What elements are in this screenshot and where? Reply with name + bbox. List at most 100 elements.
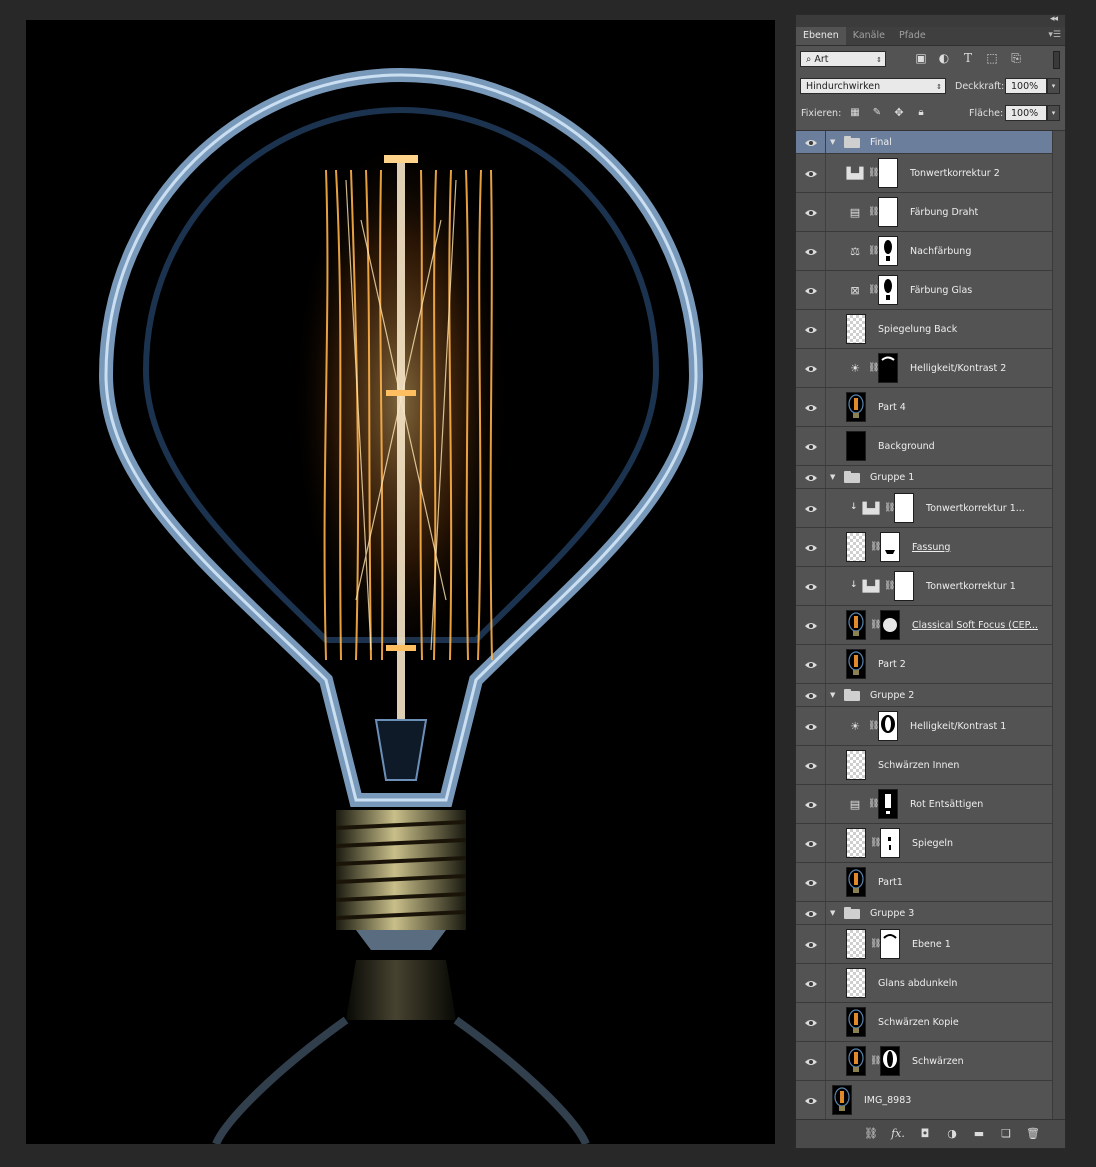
visibility-cell[interactable] <box>796 746 826 784</box>
lock-all-icon[interactable]: 🔒︎ <box>914 106 928 120</box>
layer-row[interactable]: ☀ ⛓ Helligkeit/Kontrast 1 <box>796 707 1052 746</box>
mask-link-icon[interactable]: ⛓ <box>870 619 881 631</box>
layer-name[interactable]: Fassung <box>912 542 950 553</box>
new-layer-icon[interactable]: ❏ <box>999 1127 1013 1141</box>
panel-collapse-bar[interactable]: ◂◂ <box>796 14 1065 27</box>
visibility-cell[interactable] <box>796 349 826 387</box>
layer-row[interactable]: ⛓ Ebene 1 <box>796 925 1052 964</box>
eye-icon[interactable] <box>805 209 817 217</box>
tab-kanaele[interactable]: Kanäle <box>846 27 892 45</box>
channel-mixer-icon[interactable]: ⊠ <box>846 284 864 297</box>
mask-link-icon[interactable]: ⛓ <box>884 580 895 592</box>
layer-name[interactable]: Gruppe 2 <box>870 690 914 701</box>
layer-row[interactable]: Part1 <box>796 863 1052 902</box>
mask-icon[interactable]: ◘ <box>918 1127 932 1141</box>
layer-row[interactable]: ↓ ▙▟ ⛓ Tonwertkorrektur 1 <box>796 567 1052 606</box>
layer-thumbnail[interactable] <box>846 392 866 422</box>
expand-triangle-icon[interactable]: ▼ <box>830 909 835 917</box>
visibility-cell[interactable] <box>796 1003 826 1041</box>
layer-group-row[interactable]: ▼ Gruppe 1 <box>796 466 1052 489</box>
layer-name[interactable]: Final <box>870 137 892 148</box>
layer-mask-thumbnail[interactable] <box>880 828 900 858</box>
layer-name[interactable]: Schwärzen Kopie <box>878 1017 959 1028</box>
layer-mask-thumbnail[interactable] <box>878 275 898 305</box>
gradient-map-icon[interactable]: ▤ <box>846 206 864 219</box>
mask-link-icon[interactable]: ⛓ <box>868 284 879 296</box>
adjustment-icon[interactable]: ◑ <box>945 1127 959 1141</box>
layer-thumbnail[interactable] <box>846 828 866 858</box>
layer-group-row[interactable]: ▼ Gruppe 3 <box>796 902 1052 925</box>
layer-row[interactable]: ⛓ Spiegeln <box>796 824 1052 863</box>
layer-thumbnail[interactable] <box>846 532 866 562</box>
layer-name[interactable]: Gruppe 1 <box>870 472 914 483</box>
expand-triangle-icon[interactable]: ▼ <box>830 138 835 146</box>
mask-link-icon[interactable]: ⛓ <box>870 541 881 553</box>
layer-name[interactable]: Tonwertkorrektur 2 <box>910 168 1000 179</box>
eye-icon[interactable] <box>805 661 817 669</box>
eye-icon[interactable] <box>805 723 817 731</box>
levels-icon[interactable]: ▙▟ <box>862 502 880 515</box>
visibility-cell[interactable] <box>796 310 826 348</box>
filter-pixel-icon[interactable]: ▣ <box>914 51 928 65</box>
visibility-cell[interactable] <box>796 427 826 465</box>
eye-icon[interactable] <box>805 622 817 630</box>
eye-icon[interactable] <box>805 248 817 256</box>
layer-row[interactable]: Glans abdunkeln <box>796 964 1052 1003</box>
layer-row[interactable]: ⊠ ⛓ Färbung Glas <box>796 271 1052 310</box>
mask-link-icon[interactable]: ⛓ <box>884 502 895 514</box>
layer-mask-thumbnail[interactable] <box>878 197 898 227</box>
eye-icon[interactable] <box>805 365 817 373</box>
expand-triangle-icon[interactable]: ▼ <box>830 473 835 481</box>
fill-dropdown-icon[interactable]: ▾ <box>1047 105 1060 121</box>
layer-name[interactable]: IMG_8983 <box>864 1095 911 1106</box>
layer-name[interactable]: Schwärzen Innen <box>878 760 959 771</box>
eye-icon[interactable] <box>805 287 817 295</box>
layer-name[interactable]: Tonwertkorrektur 1 <box>926 581 1016 592</box>
eye-icon[interactable] <box>805 443 817 451</box>
layer-row[interactable]: Schwärzen Innen <box>796 746 1052 785</box>
expand-triangle-icon[interactable]: ▼ <box>830 691 835 699</box>
visibility-cell[interactable] <box>796 964 826 1002</box>
visibility-cell[interactable] <box>796 606 826 644</box>
visibility-cell[interactable] <box>796 785 826 823</box>
layer-name[interactable]: Helligkeit/Kontrast 2 <box>910 363 1006 374</box>
layer-row[interactable]: Spiegelung Back <box>796 310 1052 349</box>
layer-mask-thumbnail[interactable] <box>878 158 898 188</box>
layer-mask-thumbnail[interactable] <box>878 353 898 383</box>
eye-icon[interactable] <box>805 910 817 918</box>
filter-adjustment-icon[interactable]: ◐ <box>937 51 951 65</box>
link-icon[interactable]: ⛓ <box>864 1127 878 1141</box>
layer-row[interactable]: ☀ ⛓ Helligkeit/Kontrast 2 <box>796 349 1052 388</box>
layer-name[interactable]: Spiegeln <box>912 838 953 849</box>
tab-pfade[interactable]: Pfade <box>892 27 933 45</box>
mask-link-icon[interactable]: ⛓ <box>868 167 879 179</box>
levels-icon[interactable]: ▙▟ <box>862 580 880 593</box>
opacity-dropdown-icon[interactable]: ▾ <box>1047 78 1060 94</box>
layer-mask-thumbnail[interactable] <box>878 236 898 266</box>
layer-mask-thumbnail[interactable] <box>880 1046 900 1076</box>
layer-name[interactable]: Färbung Glas <box>910 285 972 296</box>
layer-mask-thumbnail[interactable] <box>878 711 898 741</box>
layer-thumbnail[interactable] <box>832 1085 852 1115</box>
eye-icon[interactable] <box>805 404 817 412</box>
eye-icon[interactable] <box>805 692 817 700</box>
eye-icon[interactable] <box>805 170 817 178</box>
eye-icon[interactable] <box>805 801 817 809</box>
gradient-map-icon[interactable]: ▤ <box>846 798 864 811</box>
blend-mode-select[interactable]: Hindurchwirken ⇕ <box>800 78 946 94</box>
layer-mask-thumbnail[interactable] <box>880 532 900 562</box>
visibility-cell[interactable] <box>796 489 826 527</box>
layer-name[interactable]: Background <box>878 441 935 452</box>
layer-thumbnail[interactable] <box>846 929 866 959</box>
layer-name[interactable]: Rot Entsättigen <box>910 799 983 810</box>
document-canvas[interactable] <box>26 20 775 1144</box>
eye-icon[interactable] <box>805 505 817 513</box>
layer-row[interactable]: ▙▟ ⛓ Tonwertkorrektur 2 <box>796 154 1052 193</box>
visibility-cell[interactable] <box>796 824 826 862</box>
layer-name[interactable]: Glans abdunkeln <box>878 978 957 989</box>
eye-icon[interactable] <box>805 941 817 949</box>
layer-mask-thumbnail[interactable] <box>878 789 898 819</box>
collapse-icon[interactable]: ◂◂ <box>1050 14 1058 24</box>
layer-name[interactable]: Tonwertkorrektur 1... <box>926 503 1025 514</box>
brightness-icon[interactable]: ☀ <box>846 720 864 733</box>
